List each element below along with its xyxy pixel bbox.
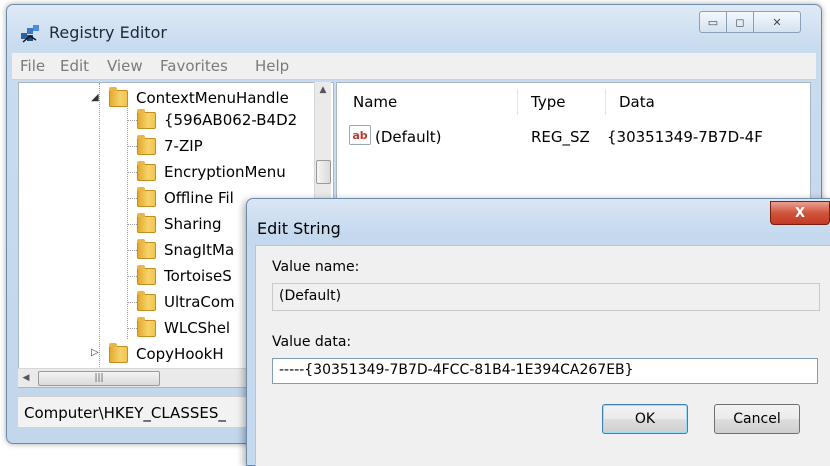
value-name-label: Value name: — [272, 259, 360, 275]
tree-node-label: Offline Fil — [164, 189, 234, 207]
tree-connector — [127, 172, 137, 173]
tree-node-label: UltraCom — [164, 293, 235, 311]
close-icon: X — [794, 205, 806, 221]
dialog-body: Value name: (Default) Value data: -----{… — [255, 245, 830, 466]
tree-connector — [127, 328, 137, 329]
scroll-thumb-grip-icon[interactable]: ||| — [38, 371, 160, 386]
edit-string-dialog: Edit String X Value name: (Default) Valu… — [246, 198, 830, 466]
cancel-button[interactable]: Cancel — [714, 404, 800, 434]
minimize-button[interactable]: ▭ — [699, 11, 727, 33]
folder-icon — [137, 290, 156, 311]
ok-button-label: OK — [634, 411, 656, 427]
scroll-up-icon[interactable]: ▲ — [315, 82, 331, 98]
tree-node-label: ContextMenuHandle — [136, 89, 289, 107]
value-data-text[interactable]: -----{30351349-7B7D-4FCC-81B4-1E394CA267… — [279, 362, 634, 378]
tree-node-label: CopyHookH — [136, 345, 224, 363]
menu-file[interactable]: File — [20, 57, 45, 75]
cancel-button-label: Cancel — [733, 411, 781, 427]
menu-bar: File Edit View Favorites Help — [12, 53, 816, 80]
value-data-input[interactable]: -----{30351349-7B7D-4FCC-81B4-1E394CA267… — [272, 358, 818, 384]
value-name-field: (Default) — [272, 283, 820, 311]
tree-connector — [127, 224, 137, 225]
maximize-button[interactable]: ◻ — [727, 11, 754, 33]
tree-node-contextmenuhandlers[interactable]: ContextMenuHandle — [109, 86, 289, 109]
dialog-close-button[interactable]: X — [770, 201, 830, 225]
tree-connector — [127, 103, 128, 339]
minimize-icon: ▭ — [707, 15, 719, 29]
tree-node-child[interactable]: SnagItMa — [137, 238, 235, 261]
value-type-cell[interactable]: REG_SZ — [531, 128, 590, 146]
tree-node-label: EncryptionMenu — [164, 163, 286, 181]
menu-help[interactable]: Help — [255, 57, 289, 75]
folder-icon — [137, 264, 156, 285]
menu-favorites[interactable]: Favorites — [160, 57, 228, 75]
tree-node-child[interactable]: 7-ZIP — [137, 134, 203, 157]
tree-connector — [127, 120, 137, 121]
folder-icon — [137, 108, 156, 129]
value-data-cell[interactable]: {30351349-7B7D-4F — [607, 128, 763, 146]
tree-node-child[interactable]: {596AB062-B4D2 — [137, 108, 298, 131]
tree-node-child[interactable]: Offline Fil — [137, 186, 234, 209]
maximize-icon: ◻ — [735, 15, 745, 29]
tree-node-child[interactable]: UltraCom — [137, 290, 235, 313]
folder-icon — [109, 86, 128, 107]
registry-editor-icon — [21, 25, 39, 43]
close-icon: ✕ — [772, 15, 782, 29]
value-name-text: (Default) — [279, 288, 342, 304]
tree-connector — [127, 302, 137, 303]
column-separator[interactable] — [517, 89, 518, 115]
tree-node-copyhookhandlers[interactable]: CopyHookH — [109, 342, 224, 365]
folder-icon — [137, 316, 156, 337]
ok-button[interactable]: OK — [602, 404, 688, 434]
menu-edit[interactable]: Edit — [60, 57, 89, 75]
folder-icon — [137, 186, 156, 207]
folder-icon — [109, 342, 128, 363]
value-name-cell[interactable]: (Default) — [375, 128, 442, 146]
column-header-data[interactable]: Data — [619, 93, 655, 111]
tree-connector — [127, 276, 137, 277]
value-data-label: Value data: — [272, 334, 352, 350]
tree-node-child[interactable]: TortoiseS — [137, 264, 232, 287]
folder-icon — [137, 212, 156, 233]
tree-node-label: Sharing — [164, 215, 222, 233]
window-title: Registry Editor — [49, 23, 167, 42]
tree-connector — [127, 198, 137, 199]
tree-node-label: 7-ZIP — [164, 137, 203, 155]
folder-icon — [137, 134, 156, 155]
column-header-name[interactable]: Name — [353, 93, 397, 111]
menu-view[interactable]: View — [107, 57, 143, 75]
tree-node-label: {596AB062-B4D2 — [164, 111, 298, 129]
column-separator[interactable] — [605, 89, 606, 115]
dialog-title: Edit String — [257, 219, 341, 238]
tree-node-child[interactable]: WLCShel — [137, 316, 231, 339]
scroll-left-icon[interactable]: ◀ — [18, 369, 34, 387]
tree-connector — [127, 146, 137, 147]
scroll-thumb[interactable] — [316, 160, 331, 184]
folder-icon — [137, 160, 156, 181]
tree-node-child[interactable]: EncryptionMenu — [137, 160, 286, 183]
tree-node-child[interactable]: Sharing — [137, 212, 222, 235]
tree-connector — [127, 250, 137, 251]
folder-icon — [137, 238, 156, 259]
column-header-type[interactable]: Type — [531, 93, 565, 111]
tree-node-label: SnagItMa — [164, 241, 235, 259]
tree-node-label: WLCShel — [164, 319, 231, 337]
string-value-icon: ab — [349, 125, 371, 145]
close-button[interactable]: ✕ — [754, 11, 801, 33]
title-bar[interactable]: Registry Editor ▭ ◻ ✕ — [7, 5, 821, 49]
tree-connector — [99, 83, 100, 383]
collapse-icon[interactable]: ◢ — [91, 92, 99, 103]
tree-node-label: TortoiseS — [164, 267, 232, 285]
expand-icon[interactable]: ▷ — [91, 347, 99, 358]
status-path: Computer\HKEY_CLASSES_ — [24, 404, 226, 422]
caption-buttons: ▭ ◻ ✕ — [699, 11, 801, 33]
